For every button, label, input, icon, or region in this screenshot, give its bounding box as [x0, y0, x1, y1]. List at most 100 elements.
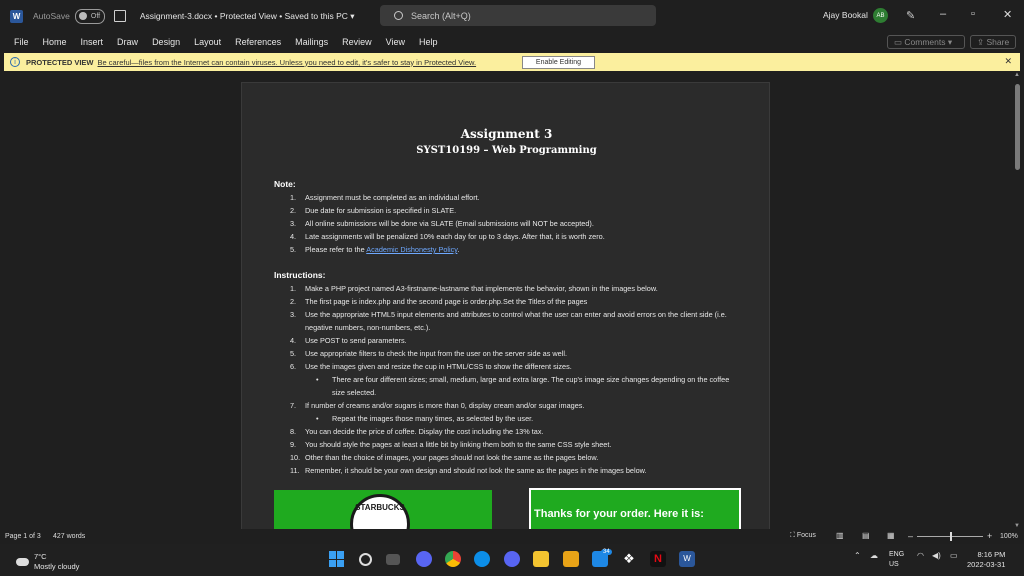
list-item: • Repeat the images those many times, as …	[316, 414, 534, 423]
battery-icon[interactable]: ▭	[950, 551, 958, 560]
close-protected-bar-icon[interactable]: ✕	[1004, 56, 1012, 67]
print-layout-icon[interactable]: ▤	[862, 531, 870, 540]
list-item: 3. Use the appropriate HTML5 input elemen…	[290, 310, 727, 332]
ribbon-tabs: File Home Insert Draw Design Layout Refe…	[0, 32, 1024, 52]
page-count[interactable]: Page 1 of 3	[5, 533, 41, 540]
comment-icon: ▭	[894, 36, 903, 47]
enable-editing-button[interactable]: Enable Editing	[522, 56, 595, 69]
chevron-up-icon[interactable]: ⌃	[854, 551, 861, 560]
volume-icon[interactable]: ◀)	[932, 551, 941, 560]
status-bar: Page 1 of 3 427 words ⛶ Focus ▥ ▤ ▦ – + …	[0, 529, 1024, 544]
share-button[interactable]: ⇪ Share	[970, 35, 1016, 49]
zoom-out-icon[interactable]: –	[908, 531, 913, 541]
tab-mailings[interactable]: Mailings	[295, 37, 328, 47]
weather-widget[interactable]: 7°C Mostly cloudy	[16, 552, 79, 572]
focus-label: Focus	[796, 532, 816, 539]
tab-insert[interactable]: Insert	[81, 37, 104, 47]
close-icon[interactable]: ✕	[1003, 8, 1012, 21]
starbucks-image: STARBUCKS	[274, 490, 492, 529]
chrome-icon[interactable]	[445, 551, 461, 567]
search-placeholder: Search (Alt+Q)	[411, 10, 471, 21]
list-item: 3. All online submissions will be done vi…	[290, 219, 594, 228]
dropbox-icon[interactable]: ❖	[621, 551, 637, 567]
protected-view-bar: i PROTECTED VIEW Be careful—files from t…	[4, 53, 1020, 71]
order-confirmation-image: Thanks for your order. Here it is:	[529, 488, 741, 529]
list-item: 11. Remember, it should be your own desig…	[290, 466, 647, 475]
search-icon	[394, 11, 403, 20]
list-item: 1. Assignment must be completed as an ind…	[290, 193, 480, 202]
search-box[interactable]: Search (Alt+Q)	[380, 5, 656, 26]
weather-desc: Mostly cloudy	[34, 562, 80, 571]
file-explorer-icon[interactable]	[533, 551, 549, 567]
minimize-icon[interactable]: –	[940, 8, 946, 20]
share-icon: ⇪	[977, 36, 985, 47]
windows-start-icon[interactable]	[329, 551, 345, 567]
list-item: • There are four different sizes; small, …	[316, 375, 730, 397]
scroll-up-icon[interactable]: ▲	[1014, 72, 1020, 78]
tab-help[interactable]: Help	[419, 37, 438, 47]
document-canvas[interactable]: Assignment 3 SYST10199 – Web Programming…	[0, 72, 1012, 529]
pen-icon[interactable]: ✎	[906, 9, 915, 22]
tab-home[interactable]: Home	[43, 37, 67, 47]
store-icon[interactable]	[563, 551, 579, 567]
academic-policy-link[interactable]: Academic Dishonesty Policy	[366, 245, 457, 254]
tab-draw[interactable]: Draw	[117, 37, 138, 47]
autosave-state: Off	[90, 12, 101, 20]
scroll-thumb[interactable]	[1015, 84, 1020, 170]
discord-icon[interactable]	[504, 551, 520, 567]
tab-view[interactable]: View	[386, 37, 405, 47]
instructions-list: 1. Make a PHP project named A3-firstname-…	[290, 282, 742, 477]
word-taskbar-icon[interactable]: W	[679, 551, 695, 567]
protected-view-message[interactable]: Be careful—files from the Internet can c…	[98, 58, 477, 67]
read-mode-icon[interactable]: ▥	[836, 531, 844, 540]
onedrive-icon[interactable]: ☁	[870, 551, 878, 560]
share-label: Share	[986, 37, 1010, 47]
zoom-slider[interactable]	[917, 532, 983, 541]
comments-button[interactable]: ▭ Comments ▾	[887, 35, 965, 49]
document-page[interactable]: Assignment 3 SYST10199 – Web Programming…	[241, 82, 770, 529]
document-title[interactable]: Assignment-3.docx • Protected View • Sav…	[140, 11, 355, 22]
edge-icon[interactable]	[474, 551, 490, 567]
teams-chat-icon[interactable]	[416, 551, 432, 567]
list-item: 8. You can decide the price of coffee. Di…	[290, 427, 544, 436]
wifi-icon[interactable]: ◠	[917, 551, 924, 560]
info-icon: i	[10, 57, 20, 67]
tab-references[interactable]: References	[235, 37, 281, 47]
weather-temp: 7°C	[34, 552, 47, 561]
note-heading: Note:	[274, 179, 296, 189]
user-name[interactable]: Ajay Bookal	[823, 10, 868, 20]
protected-view-label: PROTECTED VIEW	[26, 57, 94, 67]
focus-icon: ⛶	[790, 532, 795, 539]
word-count[interactable]: 427 words	[53, 533, 85, 540]
list-item: 7. If number of creams and/or sugars is m…	[290, 401, 585, 410]
list-item: 6. Use the images given and resize the cu…	[290, 362, 572, 371]
notes-list: 1. Assignment must be completed as an ind…	[290, 191, 742, 256]
mail-badge: 34	[601, 549, 612, 555]
clock[interactable]: 8:16 PM 2022-03-31	[967, 550, 1005, 570]
list-item: 4. Late assignments will be penalized 10%…	[290, 232, 605, 241]
list-item: 5. Please refer to the Academic Dishonest…	[290, 245, 460, 254]
zoom-level[interactable]: 100%	[1000, 533, 1018, 540]
search-icon[interactable]	[359, 553, 372, 566]
list-item: 10. Other than the choice of images, your…	[290, 453, 599, 462]
avatar[interactable]: AB	[873, 8, 888, 23]
task-view-icon[interactable]	[386, 554, 400, 565]
tab-design[interactable]: Design	[152, 37, 180, 47]
netflix-icon[interactable]: N	[650, 551, 666, 567]
autosave-toggle[interactable]: Off	[74, 8, 105, 24]
word-app-icon: W	[10, 9, 23, 23]
autosave-label: AutoSave	[33, 11, 70, 21]
focus-button[interactable]: ⛶ Focus	[790, 532, 816, 540]
maximize-icon[interactable]: ▫	[971, 8, 975, 20]
save-icon[interactable]	[113, 10, 126, 22]
language-indicator[interactable]: ENG US	[889, 550, 904, 570]
web-layout-icon[interactable]: ▦	[887, 531, 895, 540]
list-item: 5. Use appropriate filters to check the i…	[290, 349, 568, 358]
zoom-in-icon[interactable]: +	[987, 531, 992, 541]
list-item: 1. Make a PHP project named A3-firstname-…	[290, 284, 658, 293]
tab-file[interactable]: File	[14, 37, 29, 47]
cloud-icon	[16, 558, 29, 566]
tab-layout[interactable]: Layout	[194, 37, 221, 47]
vertical-scrollbar[interactable]: ▲ ▼	[1013, 72, 1022, 529]
tab-review[interactable]: Review	[342, 37, 372, 47]
